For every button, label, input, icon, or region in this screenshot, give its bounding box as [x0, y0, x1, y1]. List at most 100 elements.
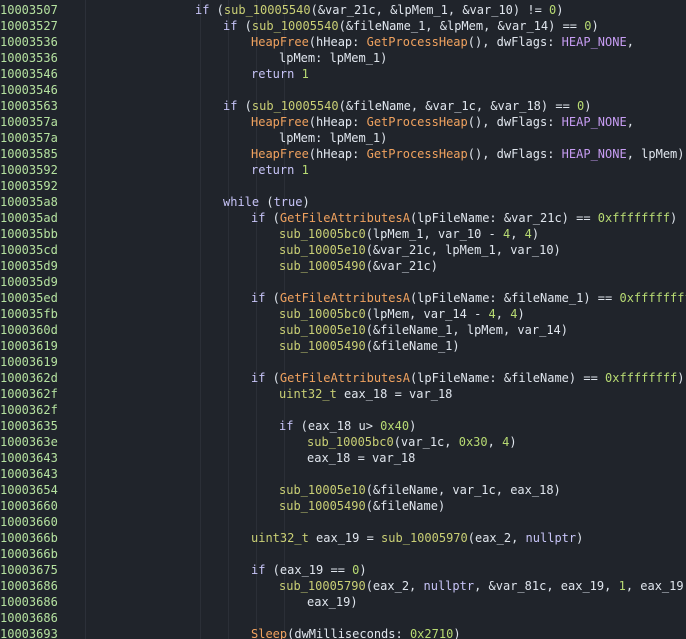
code-token: (eax_18 u>	[293, 419, 381, 433]
code-line[interactable]: 10003527 if (sub_10005540(&fileName_1, &l…	[0, 18, 686, 34]
code-token: sub_10005490	[279, 499, 366, 513]
line-code[interactable]: if (GetFileAttributesA(lpFileName: &var_…	[251, 210, 677, 226]
code-line[interactable]: 100035ad if (GetFileAttributesA(lpFileNam…	[0, 210, 686, 226]
code-line[interactable]: 10003686 sub_10005790(eax_2, nullptr, &va…	[0, 578, 686, 594]
code-token: sub_10005540	[251, 99, 339, 113]
code-line[interactable]: 10003693 Sleep(dwMilliseconds: 0x2710)	[0, 626, 686, 639]
code-line[interactable]: 1000357a lpMem: lpMem_1)	[0, 130, 686, 146]
code-token: lpMem: lpMem_1)	[279, 131, 388, 145]
line-address: 10003536	[0, 35, 58, 49]
decompiler-view[interactable]: 10003507 if (sub_10005540(&var_21c, &lpMe…	[0, 0, 686, 639]
line-code[interactable]: uint32_t eax_18 = var_18	[279, 386, 452, 402]
code-line[interactable]: 100035d9 sub_10005490(&var_21c)	[0, 258, 686, 274]
code-line[interactable]: 10003585 HeapFree(hHeap: GetProcessHeap()…	[0, 146, 686, 162]
line-code[interactable]: return 1	[251, 66, 309, 82]
code-line[interactable]: 10003536 lpMem: lpMem_1)	[0, 50, 686, 66]
line-code[interactable]: if (sub_10005540(&var_21c, &lpMem_1, &va…	[195, 2, 564, 18]
line-code[interactable]: sub_10005bc0(lpMem_1, var_10 - 4, 4)	[279, 226, 539, 242]
code-token: (	[209, 3, 224, 17]
line-code[interactable]: Sleep(dwMilliseconds: 0x2710)	[251, 626, 461, 639]
code-line[interactable]: 1000366b	[0, 546, 686, 562]
code-line[interactable]: 10003686	[0, 610, 686, 626]
code-line[interactable]: 1000362f uint32_t eax_18 = var_18	[0, 386, 686, 402]
line-address: 1000362f	[0, 403, 58, 417]
code-line[interactable]: 1000363e sub_10005bc0(var_1c, 0x30, 4)	[0, 434, 686, 450]
code-line[interactable]: 10003507 if (sub_10005540(&var_21c, &lpMe…	[0, 2, 686, 18]
line-code[interactable]: sub_10005790(eax_2, nullptr, &var_81c, e…	[279, 578, 686, 594]
line-code[interactable]: if (GetFileAttributesA(lpFileName: &file…	[251, 370, 685, 386]
line-code[interactable]: if (sub_10005540(&fileName_1, &lpMem, &v…	[223, 18, 599, 34]
line-code[interactable]: sub_10005e10(&fileName, var_1c, eax_18)	[279, 482, 561, 498]
code-token: , &var_81c, eax_19,	[474, 579, 619, 593]
code-line[interactable]: 10003643 eax_18 = var_18	[0, 450, 686, 466]
code-line[interactable]: 10003536 HeapFree(hHeap: GetProcessHeap()…	[0, 34, 686, 50]
code-line[interactable]: 10003563 if (sub_10005540(&fileName, &var…	[0, 98, 686, 114]
code-line[interactable]: 10003546	[0, 82, 686, 98]
line-code[interactable]: return 1	[251, 162, 309, 178]
code-line[interactable]: 10003686 eax_19)	[0, 594, 686, 610]
line-code[interactable]: uint32_t eax_19 = sub_10005970(eax_2, nu…	[251, 530, 583, 546]
line-code[interactable]: while (true)	[223, 194, 310, 210]
line-code[interactable]: if (eax_19 == 0)	[251, 562, 367, 578]
line-code[interactable]: eax_18 = var_18	[307, 450, 415, 466]
line-address: 10003592	[0, 163, 58, 177]
code-token: sub_10005540	[251, 19, 339, 33]
code-token: GetProcessHeap	[366, 35, 468, 49]
line-code[interactable]: sub_10005e10(&fileName_1, lpMem, var_14)	[279, 322, 568, 338]
code-line[interactable]: 10003643	[0, 466, 686, 482]
line-code[interactable]: lpMem: lpMem_1)	[279, 130, 387, 146]
code-line[interactable]: 10003592	[0, 178, 686, 194]
line-code[interactable]: sub_10005e10(&var_21c, lpMem_1, var_10)	[279, 242, 561, 258]
line-address: 10003660	[0, 515, 58, 529]
code-token: 1	[618, 579, 626, 593]
code-line[interactable]: 1000362f	[0, 402, 686, 418]
code-token: (&var_21c, lpMem_1, var_10)	[365, 243, 561, 257]
line-code[interactable]: sub_10005bc0(var_1c, 0x30, 4)	[307, 434, 517, 450]
code-line[interactable]: 10003660	[0, 514, 686, 530]
line-code[interactable]: if (GetFileAttributesA(lpFileName: &file…	[251, 290, 686, 306]
code-line[interactable]: 100035a8 while (true)	[0, 194, 686, 210]
code-line[interactable]: 100035ed if (GetFileAttributesA(lpFileNam…	[0, 290, 686, 306]
code-line[interactable]: 1000360d sub_10005e10(&fileName_1, lpMem,…	[0, 322, 686, 338]
code-token: if	[195, 3, 210, 17]
code-line[interactable]: 1000366b uint32_t eax_19 = sub_10005970(e…	[0, 530, 686, 546]
code-line[interactable]: 10003654 sub_10005e10(&fileName, var_1c, …	[0, 482, 686, 498]
line-address: 1000366b	[0, 547, 58, 561]
line-address: 10003675	[0, 563, 58, 577]
line-code[interactable]: if (sub_10005540(&fileName, &var_1c, &va…	[223, 98, 592, 114]
line-code[interactable]: sub_10005490(&fileName_1)	[279, 338, 460, 354]
code-token: if	[279, 419, 294, 433]
code-token: sub_10005bc0	[279, 307, 366, 321]
code-token: (&var_21c)	[365, 259, 438, 273]
code-line[interactable]: 100035fb sub_10005bc0(lpMem, var_14 - 4, …	[0, 306, 686, 322]
line-code[interactable]: HeapFree(hHeap: GetProcessHeap(), dwFlag…	[251, 146, 685, 162]
code-line[interactable]: 1000357a HeapFree(hHeap: GetProcessHeap()…	[0, 114, 686, 130]
code-token: sub_10005540	[223, 3, 311, 17]
line-code[interactable]: sub_10005490(&var_21c)	[279, 258, 438, 274]
code-line[interactable]: 10003635 if (eax_18 u> 0x40)	[0, 418, 686, 434]
code-line[interactable]: 10003619 sub_10005490(&fileName_1)	[0, 338, 686, 354]
line-code[interactable]: if (eax_18 u> 0x40)	[279, 418, 416, 434]
code-line[interactable]: 100035d9	[0, 274, 686, 290]
line-code[interactable]: sub_10005490(&fileName)	[279, 498, 445, 514]
code-line[interactable]: 10003592 return 1	[0, 162, 686, 178]
code-line[interactable]: 10003660 sub_10005490(&fileName)	[0, 498, 686, 514]
line-address: 10003619	[0, 355, 58, 369]
line-code[interactable]: HeapFree(hHeap: GetProcessHeap(), dwFlag…	[251, 114, 634, 130]
line-code[interactable]: sub_10005bc0(lpMem, var_14 - 4, 4)	[279, 306, 525, 322]
line-code[interactable]: lpMem: lpMem_1)	[279, 50, 387, 66]
code-token: uint32_t	[251, 531, 309, 545]
code-line[interactable]: 100035cd sub_10005e10(&var_21c, lpMem_1, …	[0, 242, 686, 258]
code-line[interactable]: 100035bb sub_10005bc0(lpMem_1, var_10 - 4…	[0, 226, 686, 242]
line-code[interactable]: HeapFree(hHeap: GetProcessHeap(), dwFlag…	[251, 34, 634, 50]
line-code[interactable]: eax_19)	[307, 594, 358, 610]
code-token: ,	[626, 35, 634, 49]
code-line[interactable]: 10003675 if (eax_19 == 0)	[0, 562, 686, 578]
line-address: 1000363e	[0, 435, 58, 449]
code-line[interactable]: 1000362d if (GetFileAttributesA(lpFileNam…	[0, 370, 686, 386]
code-line[interactable]: 10003619	[0, 354, 686, 370]
code-token: HEAP_NONE	[561, 115, 627, 129]
code-line[interactable]: 10003546 return 1	[0, 66, 686, 82]
code-token: (&fileName_1, &lpMem, &var_14) ==	[338, 19, 585, 33]
